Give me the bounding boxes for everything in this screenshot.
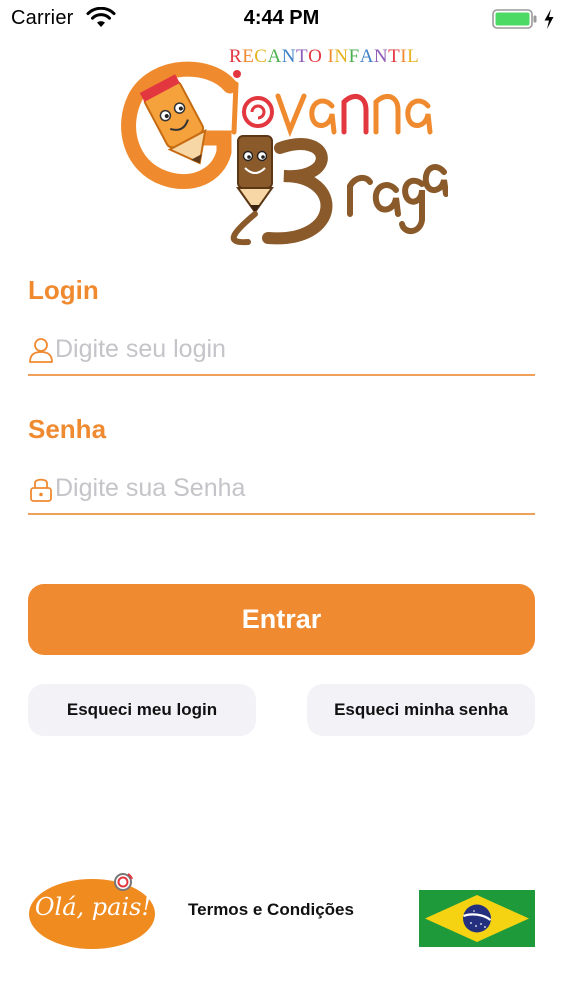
logo-caption-letter: A xyxy=(267,46,282,67)
login-label: Login xyxy=(28,275,99,305)
terms-link[interactable]: Termos e Condições xyxy=(188,900,354,920)
password-input[interactable] xyxy=(55,465,525,511)
forgot-login-button[interactable]: Esqueci meu login xyxy=(28,684,256,736)
enter-button[interactable]: Entrar xyxy=(28,584,535,655)
password-label: Senha xyxy=(28,414,107,444)
forgot-password-button[interactable]: Esqueci minha senha xyxy=(307,684,535,736)
brazil-flag-icon[interactable] xyxy=(419,890,535,947)
charging-bolt-icon xyxy=(544,9,554,29)
logo-caption-letter: L xyxy=(407,46,420,67)
status-bar: Carrier 4:44 PM xyxy=(0,0,563,40)
lock-icon xyxy=(30,478,52,502)
logo-caption-letter: C xyxy=(254,46,268,67)
ola-pais-text: Olá, pais! xyxy=(34,893,152,921)
logo-caption-letter: F xyxy=(348,46,360,67)
battery-icon xyxy=(492,9,537,29)
login-input[interactable] xyxy=(55,326,525,372)
logo-caption-letter: N xyxy=(334,46,349,67)
login-screen: Carrier 4:44 PM RECANTO INFANTIL Login D… xyxy=(0,0,563,1000)
logo-caption: RECANTO INFANTIL xyxy=(229,46,419,68)
logo-caption-letter: I xyxy=(400,46,408,67)
giovanna-braga-logo xyxy=(121,61,448,246)
logo-caption-letter: R xyxy=(229,46,243,67)
logo-caption-letter: N xyxy=(373,46,389,67)
clock: 4:44 PM xyxy=(243,7,320,29)
logo-caption-letter: A xyxy=(359,46,374,67)
logo-caption-letter: N xyxy=(281,46,296,67)
user-icon xyxy=(29,338,53,363)
login-field[interactable] xyxy=(28,326,535,376)
password-field[interactable] xyxy=(28,465,535,515)
logo-caption-letter: E xyxy=(242,46,255,67)
logo-caption-letter: I xyxy=(327,46,335,67)
logo-caption-letter: O xyxy=(308,46,323,67)
logo-caption-letter: T xyxy=(295,46,309,67)
logo-caption-letter: T xyxy=(388,46,401,67)
